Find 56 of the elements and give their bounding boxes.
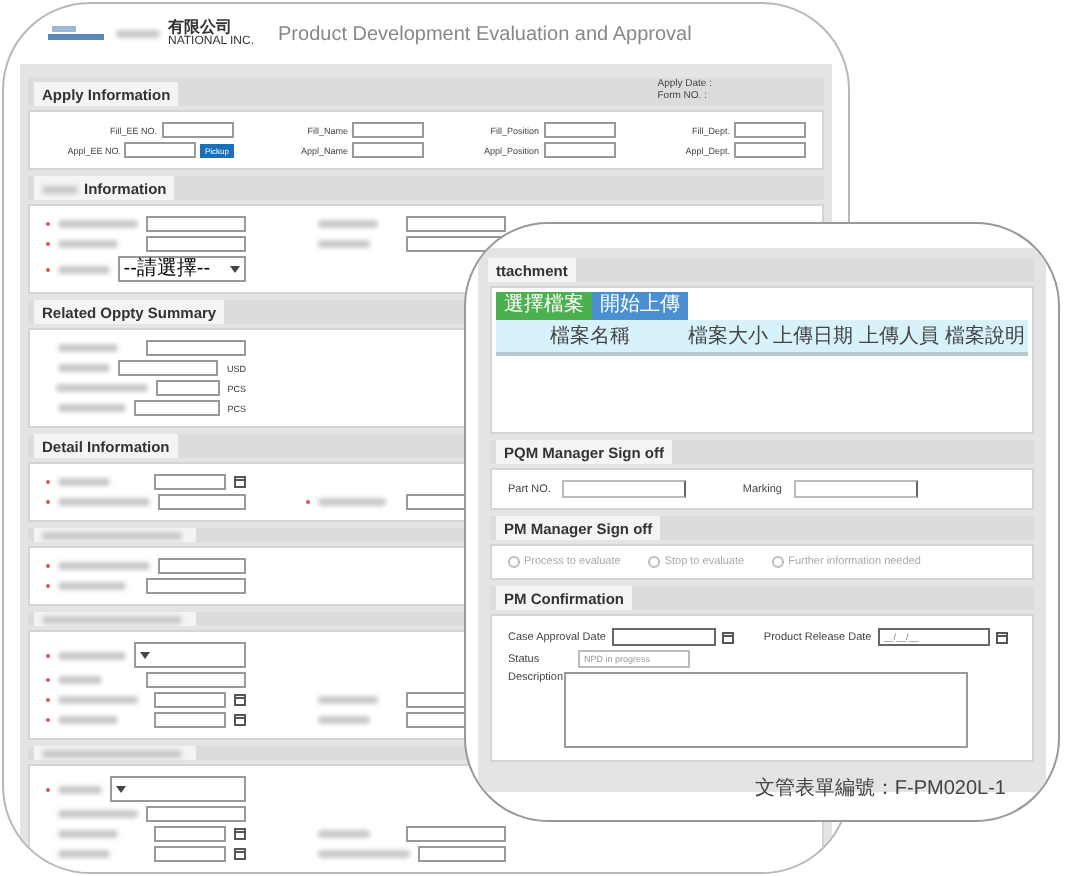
input-field[interactable]: [734, 142, 806, 158]
calendar-icon[interactable]: [234, 476, 246, 488]
date-field[interactable]: [154, 474, 226, 490]
column-header: 檔案說明: [943, 323, 1028, 350]
input-field[interactable]: [543, 122, 615, 138]
calendar-icon[interactable]: [234, 694, 246, 706]
toolbar-button[interactable]: 選擇檔案: [496, 292, 592, 320]
calendar-icon[interactable]: [234, 714, 246, 726]
logo-icon: [48, 22, 108, 46]
calendar-icon[interactable]: [721, 631, 734, 643]
input-field[interactable]: [146, 340, 246, 356]
input-field[interactable]: [146, 236, 246, 252]
input-field[interactable]: [417, 846, 506, 862]
input-field[interactable]: [562, 480, 687, 498]
date-field[interactable]: [154, 846, 226, 862]
caret-icon: [139, 651, 150, 659]
select-field[interactable]: [133, 642, 246, 668]
column-header: 上傳日期: [771, 323, 856, 350]
date-field[interactable]: [154, 692, 226, 708]
blurred-name: [116, 30, 160, 38]
select-field[interactable]: [109, 776, 246, 802]
company-name: 有限公司: [168, 20, 232, 36]
calendar-icon[interactable]: [234, 848, 246, 860]
input-field[interactable]: [161, 122, 233, 138]
input-field[interactable]: [118, 360, 219, 376]
input-field[interactable]: [133, 400, 220, 416]
input-field[interactable]: [146, 216, 246, 232]
column-header: 檔案名稱: [548, 323, 633, 350]
input-field[interactable]: [793, 480, 918, 498]
input-field[interactable]: [406, 216, 506, 232]
calendar-icon[interactable]: [234, 828, 246, 840]
caret-icon: [115, 785, 126, 793]
date-field[interactable]: [154, 712, 226, 728]
description-field[interactable]: [564, 672, 968, 748]
column-header: 檔案大小: [685, 323, 770, 350]
input-field[interactable]: [124, 142, 197, 158]
input-field[interactable]: [146, 672, 246, 688]
caret-icon: [230, 265, 240, 273]
input-field[interactable]: [352, 122, 424, 138]
input-field[interactable]: [146, 806, 246, 822]
date-field[interactable]: [154, 826, 226, 842]
column-header: 上傳人員: [857, 323, 942, 350]
form-title: Product Development Evaluation and Approval: [278, 23, 692, 45]
date-field[interactable]: [611, 628, 716, 646]
form-number: 文管表單編號：F-PM020L-1: [754, 775, 1006, 802]
toolbar-button[interactable]: 開始上傳: [592, 292, 688, 320]
select-field[interactable]: --請選擇--: [117, 256, 246, 282]
input-field[interactable]: [156, 380, 220, 396]
input-field[interactable]: [734, 122, 806, 138]
input-field[interactable]: [543, 142, 615, 158]
input-field[interactable]: [352, 142, 424, 158]
input-field[interactable]: [157, 494, 246, 510]
input-field[interactable]: [157, 558, 246, 574]
input-field[interactable]: [146, 578, 246, 594]
input-field[interactable]: [406, 826, 506, 842]
calendar-icon[interactable]: [995, 631, 1008, 643]
